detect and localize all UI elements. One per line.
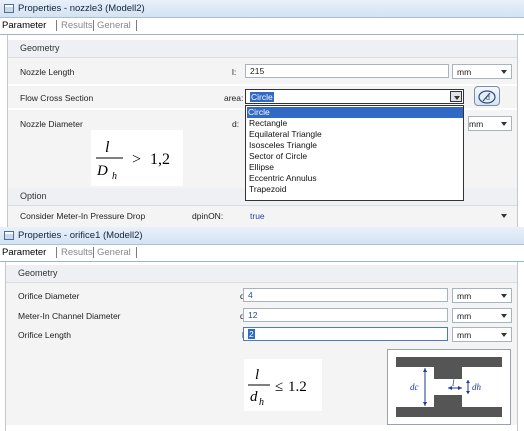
nozzle-diameter-label: Nozzle Diameter bbox=[20, 119, 83, 129]
meter-in-value: true bbox=[250, 211, 265, 221]
nozzle-tab-bar: Parameter Results General bbox=[0, 18, 524, 35]
unit-value: mm bbox=[457, 291, 472, 301]
dropdown-option[interactable]: Circle bbox=[247, 107, 463, 118]
dropdown-option[interactable]: Rectangle bbox=[248, 118, 287, 129]
dropdown-option[interactable]: Equilateral Triangle bbox=[248, 129, 322, 140]
orifice-titlebar: Properties - orifice1 (Modell2) bbox=[0, 227, 524, 245]
tab-parameter[interactable]: Parameter bbox=[2, 247, 46, 258]
flow-cross-section-label: Flow Cross Section bbox=[20, 93, 94, 103]
flow-cross-section-dropdown[interactable]: Circle Rectangle Equilateral Triangle Is… bbox=[245, 105, 464, 201]
nozzle-diameter-unit-select[interactable]: mm bbox=[468, 116, 512, 131]
meter-in-label: Consider Meter-In Pressure Drop bbox=[20, 211, 146, 221]
formula-graphic: l D h > 1,2 bbox=[96, 139, 170, 182]
geometry-section-header: Geometry bbox=[8, 40, 517, 58]
channel-diameter-input[interactable]: 12 bbox=[243, 308, 448, 322]
gauge-icon: d bbox=[478, 90, 496, 104]
unit-value: mm bbox=[457, 330, 472, 340]
formula-denominator-sub: h bbox=[112, 171, 117, 182]
tab-separator bbox=[136, 20, 137, 31]
chevron-down-icon[interactable] bbox=[498, 210, 510, 221]
nozzle-formula: l D h > 1,2 bbox=[91, 130, 183, 186]
formula-denominator-sub: h bbox=[259, 397, 264, 408]
meter-in-select[interactable]: true bbox=[245, 208, 512, 223]
chevron-down-icon[interactable] bbox=[498, 66, 510, 77]
chevron-down-icon[interactable] bbox=[498, 290, 510, 301]
orifice-length-value: 2 bbox=[248, 329, 255, 339]
formula-numerator: l bbox=[105, 139, 110, 156]
orifice-diameter-row: Orifice Diameter dh: 4 mm bbox=[6, 283, 517, 307]
formula-numerator: l bbox=[255, 367, 259, 383]
nozzle-titlebar: Properties - nozzle3 (Modell2) bbox=[0, 0, 524, 18]
panel-border bbox=[517, 262, 518, 431]
meter-in-row: Consider Meter-In Pressure Drop dpinON: … bbox=[8, 206, 517, 227]
chevron-down-icon[interactable] bbox=[498, 310, 510, 321]
tab-separator bbox=[136, 247, 137, 258]
formula-rhs: 1.2 bbox=[288, 379, 307, 395]
orifice-diagram-graphic: dc l dh bbox=[395, 356, 503, 418]
formula-relation: ≤ bbox=[275, 379, 283, 395]
geometry-section-header: Geometry bbox=[6, 265, 517, 283]
flow-cross-section-symbol: area: bbox=[224, 93, 244, 103]
unit-value: mm bbox=[457, 311, 472, 321]
channel-diameter-unit-select[interactable]: mm bbox=[452, 308, 512, 323]
nozzle-length-label: Nozzle Length bbox=[20, 67, 75, 77]
orifice-tab-bar: Parameter Results General bbox=[0, 245, 524, 262]
formula-graphic: l d h ≤ 1.2 bbox=[248, 367, 307, 408]
chevron-down-icon[interactable] bbox=[498, 118, 510, 129]
tab-separator bbox=[56, 20, 57, 31]
calculator-button[interactable]: d bbox=[474, 86, 500, 106]
chevron-down-icon[interactable] bbox=[498, 329, 510, 340]
orifice-length-input[interactable]: 2 bbox=[243, 327, 448, 341]
tab-separator bbox=[93, 20, 94, 31]
unit-value: mm bbox=[469, 119, 484, 129]
meter-in-symbol: dpinON: bbox=[192, 211, 224, 221]
selected-value: Circle bbox=[250, 92, 274, 102]
chevron-down-icon[interactable] bbox=[450, 91, 462, 102]
orifice-window-title: Properties - orifice1 (Modell2) bbox=[18, 230, 143, 241]
tab-results[interactable]: Results bbox=[61, 20, 93, 31]
dropdown-option[interactable]: Sector of Circle bbox=[248, 151, 307, 162]
dropdown-option[interactable]: Isosceles Triangle bbox=[248, 140, 317, 151]
nozzle-diameter-symbol: d: bbox=[232, 119, 240, 129]
orifice-diameter-label: Orifice Diameter bbox=[18, 291, 80, 301]
option-header-label: Option bbox=[20, 191, 47, 201]
orifice-diameter-input[interactable]: 4 bbox=[243, 288, 448, 302]
orifice-length-row: Orifice Length l: 2 mm bbox=[6, 325, 517, 345]
channel-diameter-label: Meter-In Channel Diameter bbox=[18, 311, 121, 321]
dh-label: dh bbox=[472, 382, 482, 392]
tab-separator bbox=[93, 247, 94, 258]
dropdown-option[interactable]: Ellipse bbox=[248, 162, 274, 173]
orifice-length-unit-select[interactable]: mm bbox=[452, 327, 512, 342]
window-icon bbox=[4, 231, 14, 240]
panel-border bbox=[517, 35, 518, 227]
geometry-header-label: Geometry bbox=[18, 268, 58, 278]
dropdown-option[interactable]: Trapezoid bbox=[248, 184, 286, 195]
nozzle-length-symbol: l: bbox=[232, 67, 237, 77]
tab-parameter[interactable]: Parameter bbox=[2, 20, 46, 31]
orifice-diagram: dc l dh bbox=[387, 349, 511, 425]
flow-cross-section-select[interactable]: Circle bbox=[245, 89, 464, 104]
tab-general[interactable]: General bbox=[97, 247, 131, 258]
dropdown-option[interactable]: Eccentric Annulus bbox=[248, 173, 317, 184]
orifice-length-label: Orifice Length bbox=[18, 330, 71, 340]
dc-label: dc bbox=[410, 382, 419, 392]
geometry-header-label: Geometry bbox=[20, 43, 60, 53]
formula-denominator: d bbox=[250, 389, 258, 405]
channel-diameter-row: Meter-In Channel Diameter dc: 12 mm bbox=[6, 307, 517, 325]
nozzle-length-input[interactable]: 215 bbox=[245, 64, 449, 78]
formula-rhs: 1,2 bbox=[150, 151, 170, 168]
tab-results[interactable]: Results bbox=[61, 247, 93, 258]
formula-relation: > bbox=[132, 151, 141, 168]
orifice-diameter-unit-select[interactable]: mm bbox=[452, 288, 512, 303]
nozzle-length-row: Nozzle Length l: 215 mm bbox=[8, 58, 517, 84]
orifice-formula: l d h ≤ 1.2 bbox=[244, 359, 322, 411]
svg-text:d: d bbox=[486, 95, 490, 102]
tab-general[interactable]: General bbox=[97, 20, 131, 31]
nozzle-window-title: Properties - nozzle3 (Modell2) bbox=[18, 3, 145, 14]
nozzle-length-unit-select[interactable]: mm bbox=[452, 64, 512, 79]
formula-denominator: D bbox=[96, 163, 108, 179]
tab-separator bbox=[56, 247, 57, 258]
unit-value: mm bbox=[457, 67, 472, 77]
window-icon bbox=[4, 4, 14, 13]
